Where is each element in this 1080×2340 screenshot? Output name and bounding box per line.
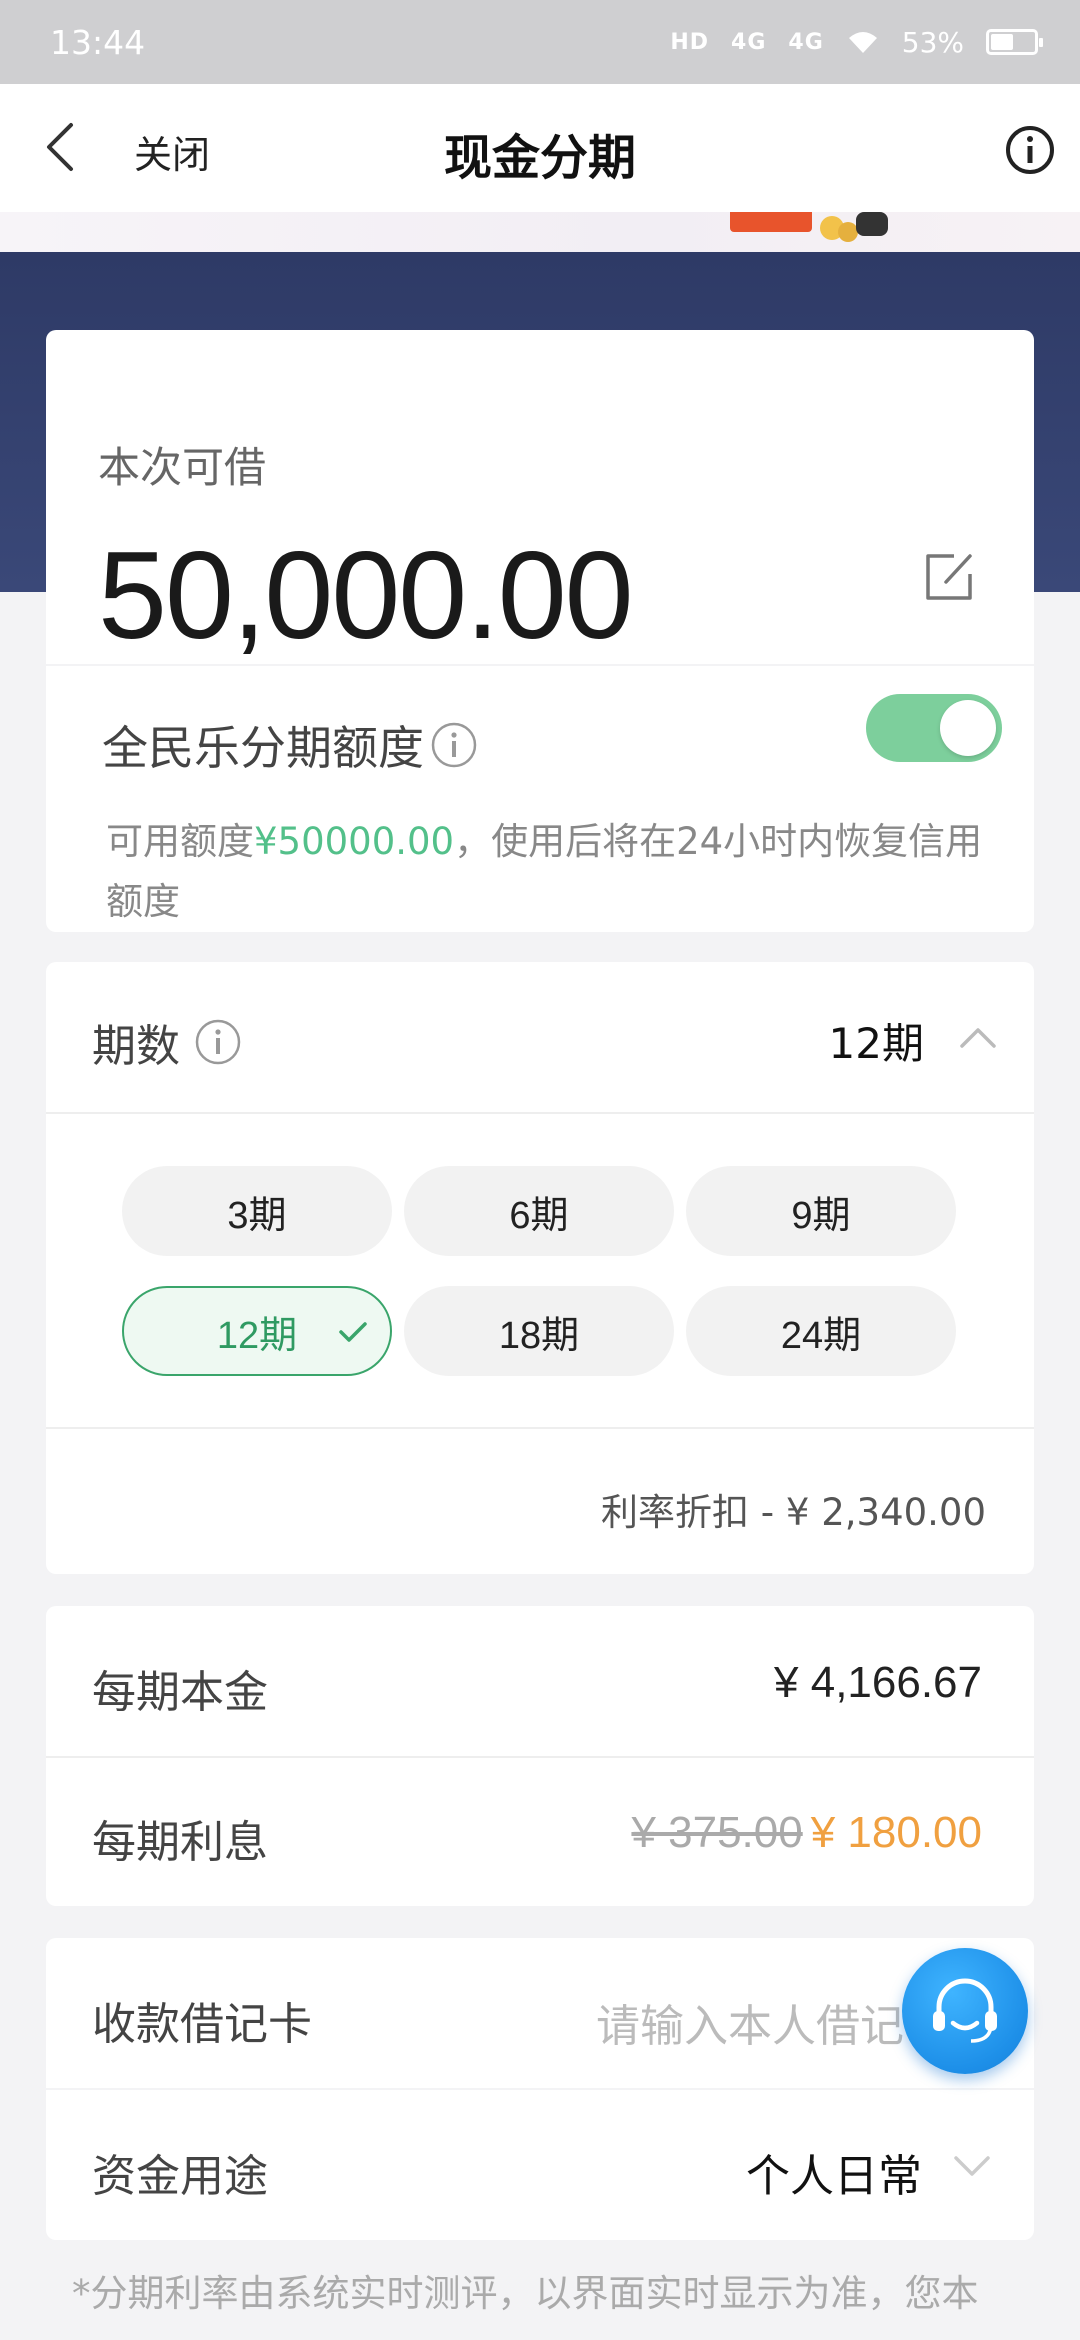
purpose-row[interactable]: 资金用途 个人日常: [46, 2090, 1034, 2240]
close-link[interactable]: 关闭: [134, 124, 210, 179]
interest-current: ¥ 180.00: [810, 1808, 982, 1857]
banner-strip: [0, 212, 1080, 252]
status-icons: HD 4G 4G 53%: [670, 25, 1043, 59]
wifi-icon: [848, 32, 877, 53]
quota-desc-amount: ¥50000.00: [254, 820, 455, 863]
chevron-up-icon[interactable]: [958, 1022, 998, 1052]
period-card: 期数 12期 3期 6期 9期 12期 18期 24期 利率折扣 - ¥ 2,3…: [46, 962, 1034, 1574]
back-button[interactable]: [30, 114, 90, 180]
period-option-label: 12期: [216, 1314, 298, 1357]
info-icon[interactable]: [1004, 124, 1056, 176]
debit-card-row[interactable]: 收款借记卡 请输入本人借记: [46, 1938, 1034, 2088]
purpose-value: 个人日常: [746, 2151, 922, 2202]
period-selected-value: 12期: [828, 1019, 924, 1068]
period-label-text: 期数: [92, 1021, 180, 1072]
debit-card-label: 收款借记卡: [92, 1999, 312, 2050]
quota-card: 全民乐分期额度 可用额度¥50000.00，使用后将在24小时内恢复信用额度: [46, 666, 1034, 932]
interest-original: ¥ 375.00: [631, 1808, 803, 1857]
period-option-24[interactable]: 24期: [686, 1286, 956, 1376]
check-icon: [339, 1322, 367, 1342]
info-icon[interactable]: [430, 721, 478, 769]
info-icon[interactable]: [194, 1018, 242, 1066]
principal-label: 每期本金: [92, 1667, 268, 1718]
interest-row: 每期利息 ¥ 375.00 ¥ 180.00: [46, 1756, 1034, 1906]
period-option-3[interactable]: 3期: [122, 1166, 392, 1256]
battery-percent: 53%: [901, 25, 964, 59]
chevron-down-icon[interactable]: [952, 2152, 992, 2180]
signal-4g-1: 4G: [731, 29, 767, 55]
period-header[interactable]: 期数 12期: [46, 962, 1034, 1114]
divider: [46, 1427, 1034, 1429]
customer-service-button[interactable]: [902, 1948, 1028, 2074]
nav-bar: 关闭 现金分期: [0, 84, 1080, 212]
period-option-12[interactable]: 12期: [122, 1286, 392, 1376]
battery-icon: [986, 29, 1043, 55]
amount-label: 本次可借: [98, 443, 267, 492]
status-bar: 13:44 HD 4G 4G 53%: [0, 0, 1080, 84]
period-option-label: 6期: [509, 1194, 569, 1237]
interest-label: 每期利息: [92, 1817, 268, 1868]
period-option-label: 3期: [227, 1194, 287, 1237]
amount-card: 本次可借 50,000.00: [46, 330, 1034, 665]
period-option-18[interactable]: 18期: [404, 1286, 674, 1376]
period-label: 期数: [92, 1010, 242, 1074]
banner-illustration: [730, 212, 888, 242]
footnote: *分期利率由系统实时测评，以界面实时显示为准，您本: [72, 2272, 979, 2315]
quota-toggle[interactable]: [866, 694, 1002, 762]
quota-description: 可用额度¥50000.00，使用后将在24小时内恢复信用额度: [106, 812, 996, 932]
quota-desc-prefix: 可用额度: [106, 820, 254, 863]
period-options: 3期 6期 9期 12期 18期 24期: [122, 1166, 962, 1376]
toggle-knob: [940, 700, 996, 756]
chevron-left-icon: [47, 123, 73, 171]
period-option-6[interactable]: 6期: [404, 1166, 674, 1256]
principal-row: 每期本金 ¥ 4,166.67: [46, 1606, 1034, 1756]
rate-discount: 利率折扣 - ¥ 2,340.00: [601, 1491, 986, 1534]
customer-service-icon: [933, 1978, 997, 2043]
quota-title-text: 全民乐分期额度: [102, 721, 424, 775]
edit-icon[interactable]: [920, 548, 978, 606]
principal-value: ¥ 4,166.67: [774, 1658, 982, 1707]
period-option-label: 24期: [780, 1314, 862, 1357]
hd-indicator: HD: [670, 29, 710, 55]
period-option-label: 9期: [791, 1194, 851, 1237]
purpose-label: 资金用途: [92, 2151, 268, 2202]
interest-value: ¥ 375.00 ¥ 180.00: [631, 1808, 982, 1858]
signal-4g-2: 4G: [788, 29, 824, 55]
repayment-card: 每期本金 ¥ 4,166.67 每期利息 ¥ 375.00 ¥ 180.00: [46, 1606, 1034, 1906]
debit-card-input[interactable]: 请输入本人借记: [596, 1990, 904, 2054]
quota-title: 全民乐分期额度: [102, 712, 478, 778]
period-option-9[interactable]: 9期: [686, 1166, 956, 1256]
period-option-label: 18期: [498, 1314, 580, 1357]
amount-value: 50,000.00: [98, 527, 634, 665]
status-time: 13:44: [50, 22, 146, 62]
